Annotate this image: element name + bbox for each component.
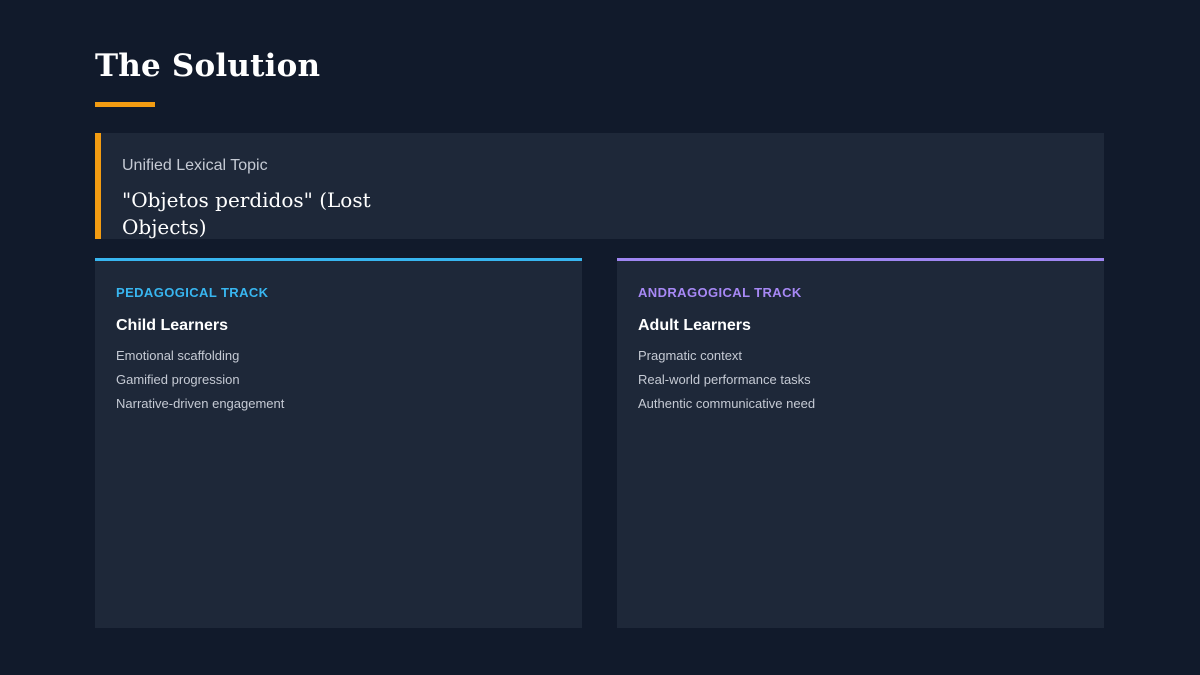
list-item: Narrative-driven engagement [116, 396, 285, 411]
topic-value: "Objetos perdidos" (Lost Objects) [122, 188, 371, 239]
list-item: Pragmatic context [638, 348, 743, 363]
list-item: Gamified progression [116, 372, 240, 387]
pedagogical-track-card: PEDAGOGICAL TRACK Child Learners Emotion… [95, 258, 582, 628]
list-item: Authentic communicative need [638, 396, 816, 411]
track-list: Emotional scaffolding Gamified progressi… [116, 347, 284, 419]
list-item: Emotional scaffolding [116, 348, 240, 363]
slide-title: The Solution [95, 48, 321, 84]
track-eyebrow: PEDAGOGICAL TRACK [116, 285, 269, 300]
topic-label: Unified Lexical Topic [122, 157, 268, 174]
track-heading: Child Learners [116, 317, 229, 334]
track-eyebrow: ANDRAGOGICAL TRACK [638, 285, 802, 300]
track-list: Pragmatic context Real-world performance… [638, 347, 815, 419]
list-item: Real-world performance tasks [638, 372, 811, 387]
slide: The Solution Unified Lexical Topic "Obje… [0, 0, 1200, 675]
topic-callout: Unified Lexical Topic "Objetos perdidos"… [95, 133, 1104, 239]
title-underline [95, 102, 155, 107]
andragogical-track-card: ANDRAGOGICAL TRACK Adult Learners Pragma… [617, 258, 1104, 628]
track-heading: Adult Learners [638, 317, 751, 334]
